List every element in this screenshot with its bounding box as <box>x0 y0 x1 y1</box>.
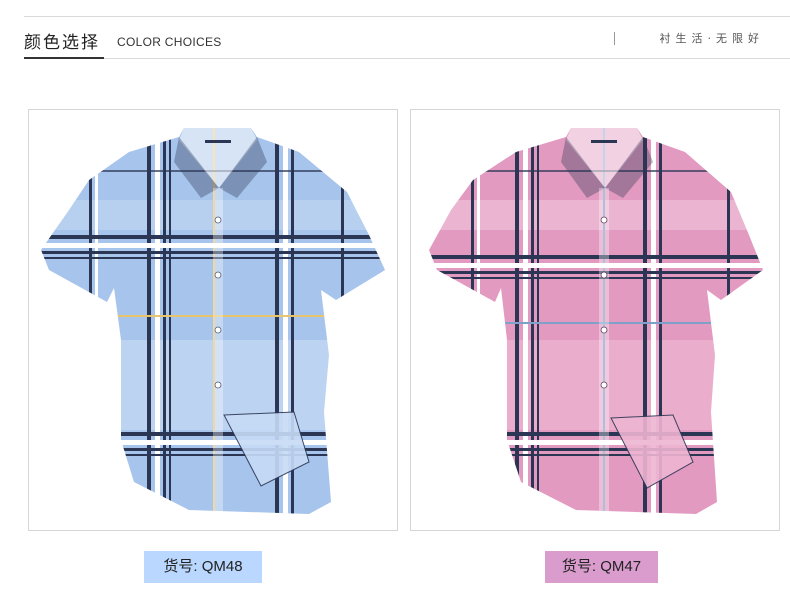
product-card-pink[interactable] <box>410 109 780 531</box>
product-code-label: 货号: QM48 <box>163 558 243 575</box>
section-title-cn: 颜色选择 <box>24 33 100 53</box>
header-underline <box>104 58 790 59</box>
product-card-blue[interactable] <box>28 109 398 531</box>
product-code-qm47: 货号: QM47 <box>545 551 658 583</box>
blue-plaid-shirt-image <box>41 128 385 514</box>
product-code-label: 货号: QM47 <box>561 558 642 575</box>
header-underline-accent <box>24 57 104 59</box>
brand-slogan: 衬生活·无限好 <box>659 32 764 45</box>
slogan-divider <box>614 32 615 45</box>
section-title-en: COLOR CHOICES <box>117 35 222 49</box>
pink-plaid-shirt-image <box>429 128 763 514</box>
top-divider <box>24 16 790 17</box>
product-code-qm48: 货号: QM48 <box>144 551 262 583</box>
section-header: 颜色选择 COLOR CHOICES 衬生活·无限好 <box>24 24 790 58</box>
